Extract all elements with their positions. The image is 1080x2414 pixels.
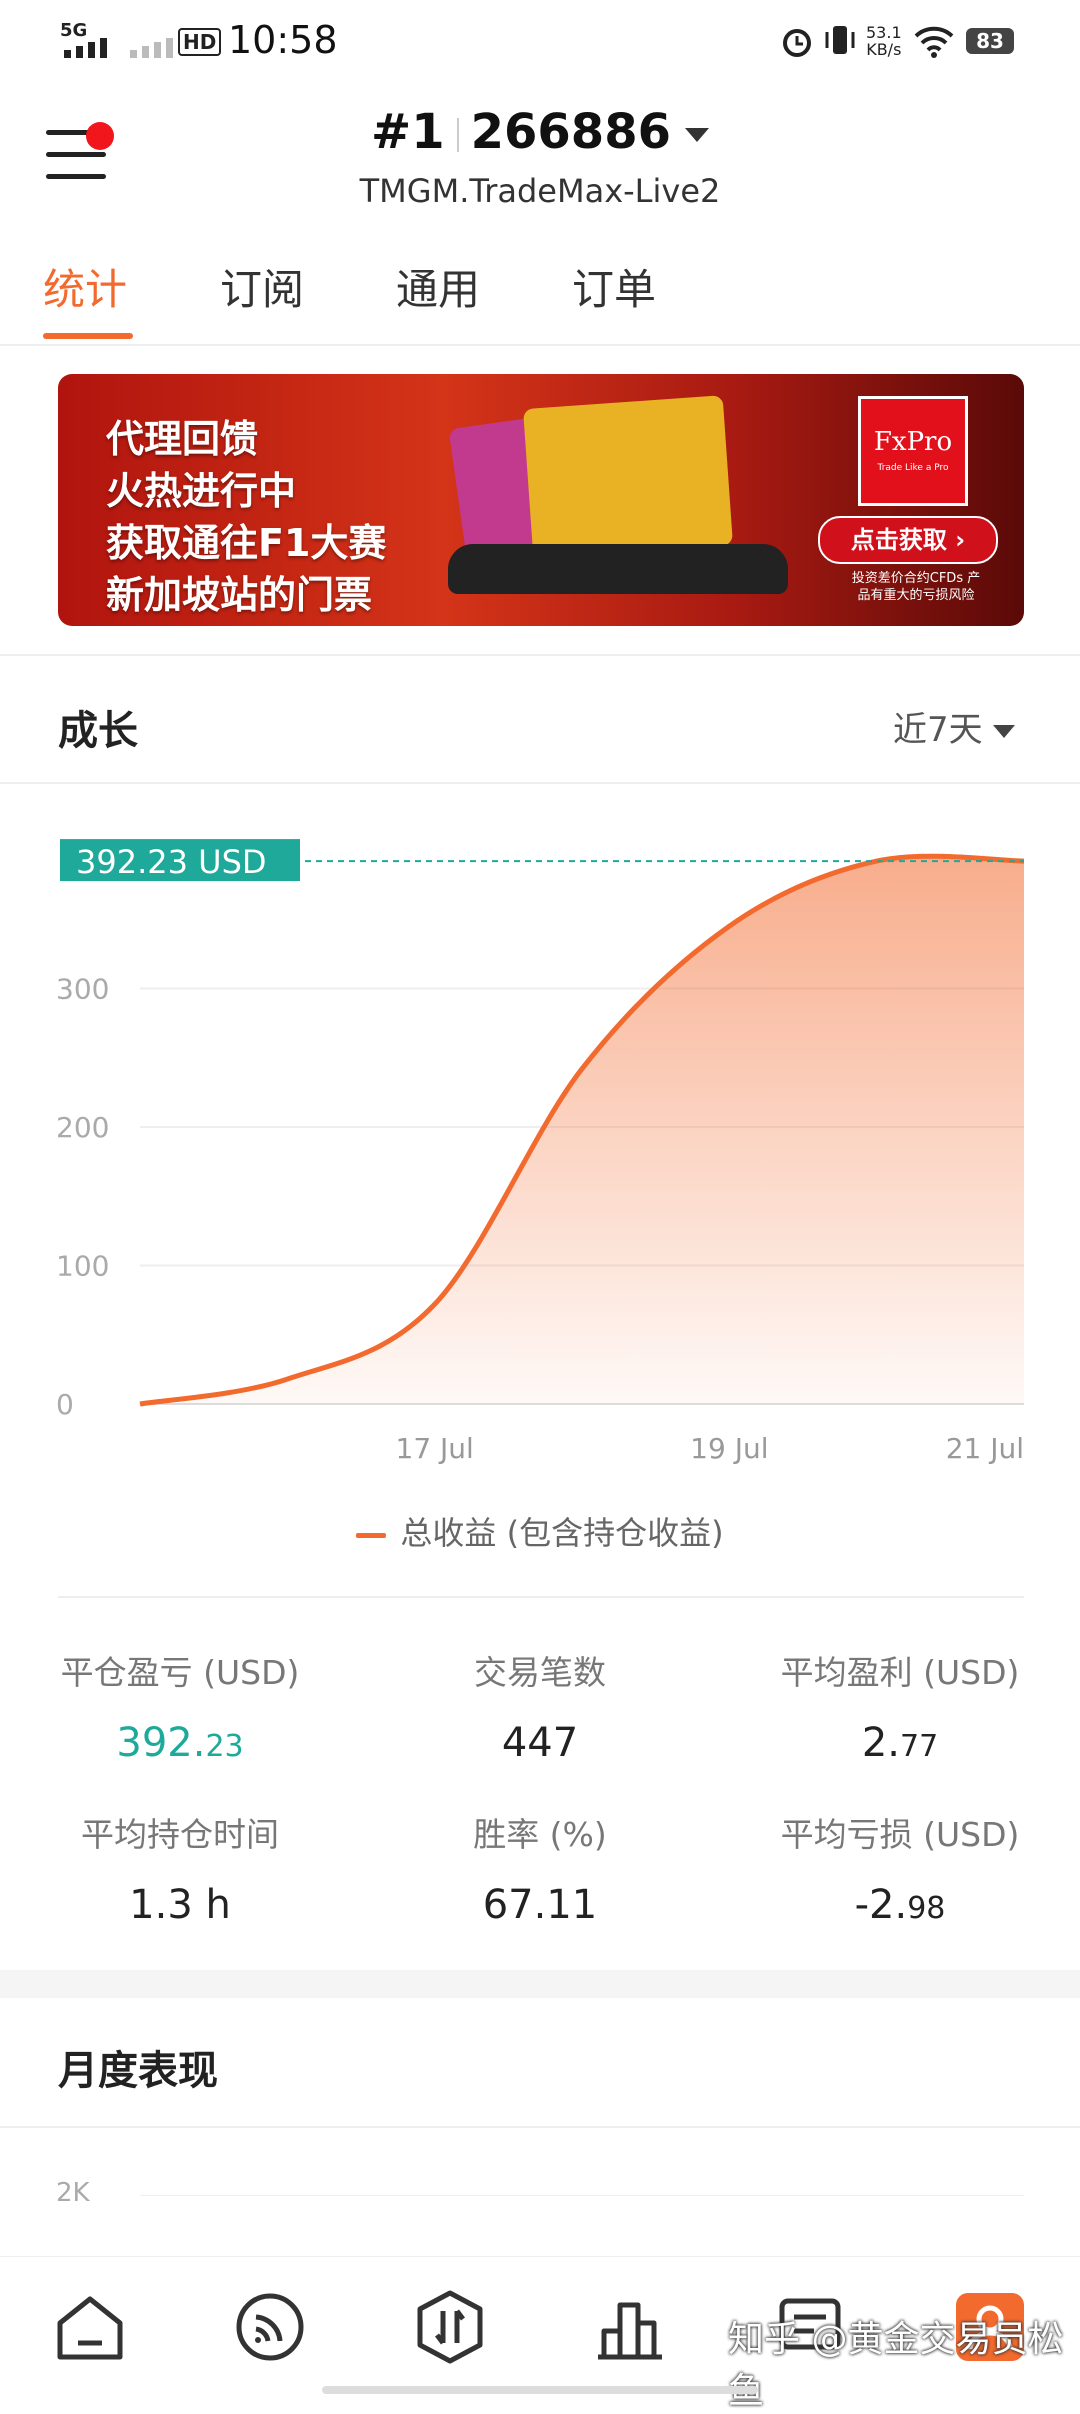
- home-icon[interactable]: [50, 2287, 130, 2367]
- hd-badge: HD: [178, 28, 222, 56]
- range-selector[interactable]: 近7天: [893, 702, 1015, 751]
- banner-line: 代理回馈: [106, 417, 259, 461]
- fxpro-logo: FxPro Trade Like a Pro: [858, 396, 968, 506]
- stat-avg-loss: 平均亏损 (USD) -2.98: [780, 1815, 1020, 1928]
- tab-general[interactable]: 通用: [396, 256, 480, 317]
- clock: 10:58: [228, 18, 338, 62]
- banner-cta-button[interactable]: 点击获取 ›: [818, 516, 998, 564]
- trade-icon[interactable]: [410, 2287, 490, 2367]
- banner-ticket-image-2: [523, 395, 733, 559]
- y-tick-label: 100: [56, 1250, 109, 1283]
- tab-subscribe[interactable]: 订阅: [220, 256, 304, 317]
- x-tick-label: 17 Jul: [396, 1432, 474, 1465]
- signal-icon: [64, 38, 107, 58]
- tab-orders[interactable]: 订单: [572, 256, 656, 317]
- chevron-down-icon: [992, 725, 1015, 738]
- signal-2-icon: [130, 38, 173, 58]
- account-rank: #1: [370, 104, 445, 160]
- banner-disclaimer: 投资差价合约CFDs 产品有重大的亏损风险: [851, 571, 981, 603]
- y-tick-label: 200: [56, 1111, 109, 1144]
- account-number: 266886: [470, 104, 671, 160]
- vibrate-icon: [825, 26, 855, 54]
- growth-chart[interactable]: 0 100 200 300 392.23 USD 17 Jul 19 Jul 21 Jul: [0, 820, 1080, 1480]
- divider: [0, 2126, 1080, 2128]
- alarm-icon: [783, 29, 811, 57]
- watermark: 知乎 @黄金交易员松鱼: [728, 2319, 1064, 2412]
- monthly-gridline: [140, 2195, 1024, 2196]
- net-speed: 53.1 KB/s: [866, 23, 902, 59]
- home-indicator: [322, 2386, 758, 2394]
- monthly-y-tick: 2K: [56, 2178, 90, 2208]
- series-area: [140, 856, 1024, 1404]
- tab-bar: 统计 订阅 通用 订单: [0, 256, 1080, 346]
- current-value-label: 392.23 USD: [76, 843, 267, 881]
- y-tick-label: 300: [56, 973, 109, 1006]
- y-tick-label: 0: [56, 1388, 74, 1421]
- divider: [0, 654, 1080, 656]
- x-tick-label: 21 Jul: [946, 1432, 1024, 1465]
- status-bar: 5G HD 10:58 53.1 KB/s 83: [0, 0, 1080, 86]
- section-gap: [0, 1970, 1080, 1998]
- server-name: TMGM.TradeMax-Live2: [359, 172, 721, 210]
- banner-line: 新加坡站的门票: [106, 573, 373, 617]
- chevron-down-icon: [685, 128, 709, 142]
- legend-label: 总收益 (包含持仓收益): [400, 1514, 724, 1552]
- chart-icon[interactable]: [590, 2287, 670, 2367]
- stat-trade-count: 交易笔数 447: [474, 1653, 606, 1766]
- legend-swatch: [356, 1532, 387, 1538]
- battery-indicator: 83: [966, 28, 1014, 54]
- feed-icon[interactable]: [230, 2287, 310, 2367]
- promo-banner[interactable]: 代理回馈 火热进行中 获取通往F1大赛 新加坡站的门票 FxPro Trade …: [58, 374, 1024, 626]
- chart-legend: 总收益 (包含持仓收益): [0, 1508, 1080, 1554]
- growth-title: 成长: [58, 708, 138, 754]
- tab-stats[interactable]: 统计: [43, 256, 127, 317]
- stat-win-rate: 胜率 (%) 67.11: [473, 1815, 607, 1928]
- banner-line: 获取通往F1大赛: [106, 521, 387, 565]
- divider: [58, 1596, 1024, 1598]
- account-selector[interactable]: #1 266886: [0, 104, 1080, 160]
- stat-closed-pnl: 平仓盈亏 (USD) 392.23: [60, 1653, 300, 1766]
- stat-avg-hold-time: 平均持仓时间 1.3 h: [81, 1815, 279, 1928]
- divider: [0, 782, 1080, 784]
- banner-line: 火热进行中: [106, 469, 297, 513]
- banner-car-image: [448, 544, 788, 594]
- active-tab-indicator: [43, 333, 133, 339]
- wifi-icon: [914, 26, 954, 58]
- stat-avg-profit: 平均盈利 (USD) 2.77: [780, 1653, 1020, 1766]
- x-tick-label: 19 Jul: [690, 1432, 768, 1465]
- monthly-title: 月度表现: [58, 2048, 218, 2094]
